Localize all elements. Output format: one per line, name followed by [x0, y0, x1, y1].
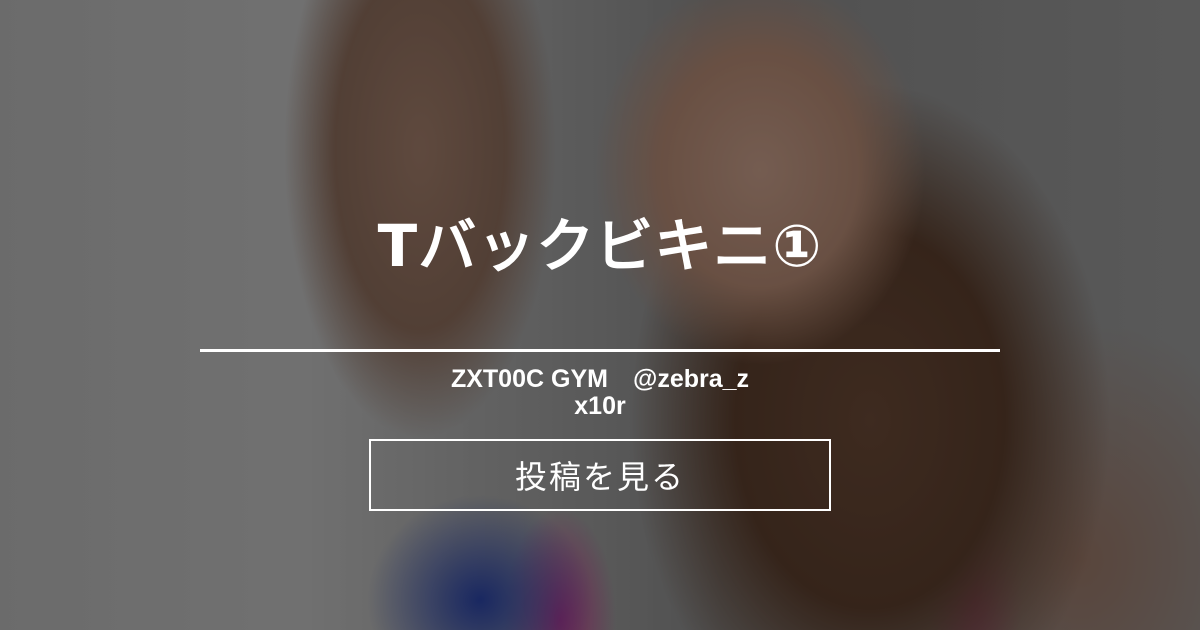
post-title: Tバックビキニ① [377, 212, 823, 280]
ogp-card: Tバックビキニ① ZXT00C GYM @zebra_zx10r 投稿を見る [0, 0, 1200, 630]
title-divider [200, 349, 1000, 352]
view-post-button[interactable]: 投稿を見る [369, 439, 831, 511]
card-content: Tバックビキニ① ZXT00C GYM @zebra_zx10r 投稿を見る [0, 0, 1200, 630]
author-name: ZXT00C GYM @zebra_zx10r [450, 365, 750, 420]
